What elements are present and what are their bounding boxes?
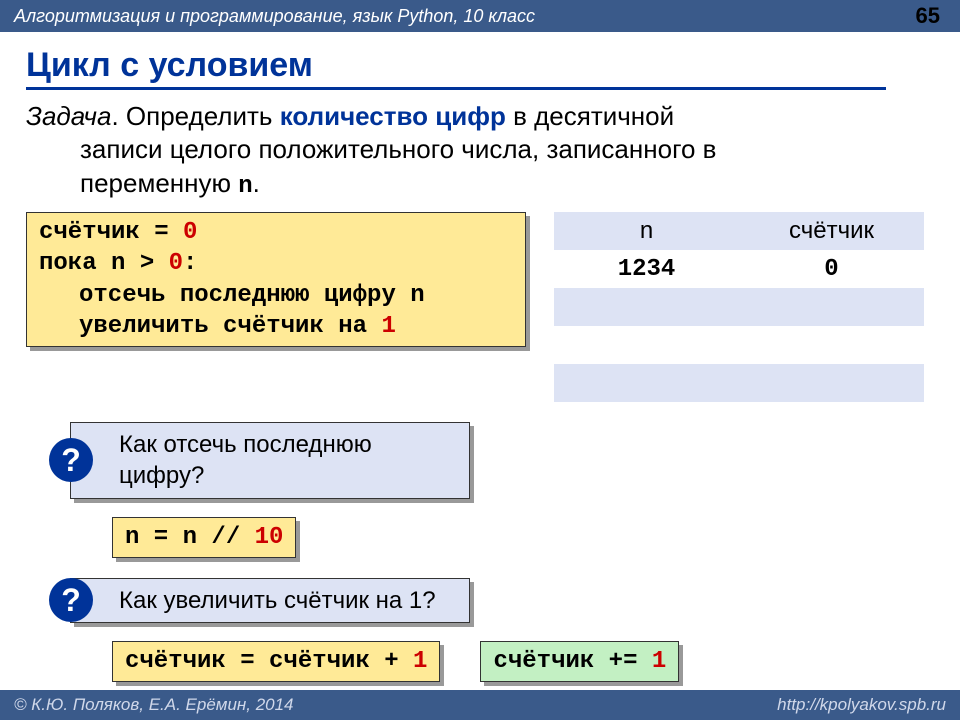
task-label: Задача — [26, 101, 111, 131]
code-increment-short: счётчик += 1 — [480, 641, 679, 682]
trace-cell — [554, 288, 739, 326]
code-cut-digit: n = n // 10 — [112, 517, 296, 558]
question-icon: ? — [49, 578, 93, 622]
page-number: 65 — [916, 3, 946, 29]
slide-footer: © К.Ю. Поляков, Е.А. Ерёмин, 2014 http:/… — [0, 690, 960, 720]
trace-cell — [554, 326, 739, 364]
task-text: Задача. Определить количество цифр в дес… — [0, 90, 960, 202]
trace-col-counter: счётчик — [739, 212, 924, 250]
trace-cell — [739, 326, 924, 364]
code-increment-long: счётчик = счётчик + 1 — [112, 641, 440, 682]
trace-cell — [739, 288, 924, 326]
trace-table: nсчётчик 12340 — [554, 212, 924, 402]
trace-cell: 1234 — [554, 250, 739, 288]
question-icon: ? — [49, 438, 93, 482]
task-highlight: количество цифр — [280, 101, 506, 131]
slide-header: Алгоритмизация и программирование, язык … — [0, 0, 960, 32]
copyright: © К.Ю. Поляков, Е.А. Ерёмин, 2014 — [14, 695, 294, 715]
trace-cell: 0 — [739, 250, 924, 288]
footer-url: http://kpolyakov.spb.ru — [777, 695, 946, 715]
question-2: ? Как увеличить счётчик на 1? — [70, 578, 470, 623]
trace-cell — [739, 364, 924, 402]
task-variable: n — [238, 173, 252, 200]
pseudocode-box: счётчик = 0 пока n > 0: отсечь последнюю… — [26, 212, 526, 347]
question-1: ? Как отсечь последнюю цифру? — [70, 422, 470, 498]
trace-cell — [554, 364, 739, 402]
course-title: Алгоритмизация и программирование, язык … — [14, 6, 535, 27]
trace-col-n: n — [554, 212, 739, 250]
page-title: Цикл с условием — [26, 46, 886, 90]
